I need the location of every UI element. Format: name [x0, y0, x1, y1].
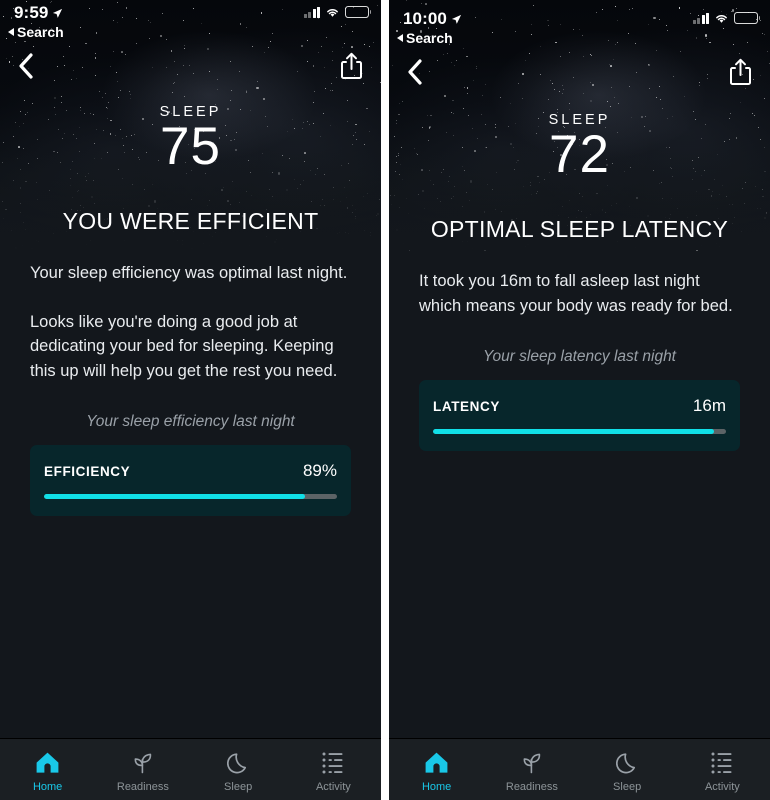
share-icon	[340, 52, 362, 79]
metric-label: EFFICIENCY	[44, 464, 131, 479]
tab-bar-left: Home Readiness Sleep Activity	[0, 738, 381, 800]
nav-row	[0, 42, 381, 94]
metric-card-header: EFFICIENCY 89%	[44, 461, 337, 481]
status-bar: 10:00 Search	[389, 6, 770, 52]
battery-icon	[345, 6, 372, 18]
status-time: 9:59	[14, 3, 49, 22]
tab-readiness-label: Readiness	[116, 780, 169, 793]
list-icon	[321, 750, 346, 776]
moon-icon	[226, 750, 250, 776]
sleep-score-block: SLEEP 72	[389, 112, 770, 183]
status-clock-group: 9:59	[14, 3, 63, 23]
sleep-score-block: SLEEP 75	[0, 104, 381, 175]
tab-sleep-label: Sleep	[613, 780, 642, 793]
tab-activity-label: Activity	[704, 780, 740, 793]
status-bar: 9:59 Search	[0, 0, 381, 46]
tab-activity[interactable]: Activity	[286, 739, 381, 800]
share-button[interactable]	[722, 52, 758, 92]
chevron-left-icon	[19, 53, 33, 79]
score-value: 75	[160, 117, 221, 176]
status-indicators	[303, 6, 372, 18]
tab-activity-label: Activity	[315, 780, 351, 793]
tab-activity[interactable]: Activity	[675, 739, 770, 800]
metric-progress-track	[44, 494, 337, 499]
sprout-icon	[519, 750, 544, 776]
metric-value: 89%	[302, 461, 337, 480]
cellular-signal-icon	[303, 6, 320, 18]
triangle-left-icon	[397, 34, 403, 42]
metric-card[interactable]: LATENCY 16m	[419, 380, 740, 451]
home-icon	[424, 750, 449, 776]
insight-paragraph-1: Your sleep efficiency was optimal last n…	[30, 264, 348, 282]
tab-sleep[interactable]: Sleep	[191, 739, 286, 800]
tab-home[interactable]: Home	[389, 739, 484, 800]
tab-bar-right: Home Readiness Sleep Activity	[389, 738, 770, 800]
share-button[interactable]	[333, 46, 369, 86]
wifi-icon	[716, 14, 727, 23]
panel-divider	[381, 0, 389, 800]
chevron-left-icon	[408, 59, 422, 85]
dual-screenshot-container: 9:59 Search SLEEP 75 YOU WERE EFFICIENT …	[0, 0, 770, 800]
triangle-left-icon	[8, 28, 14, 36]
tab-readiness[interactable]: Readiness	[95, 739, 190, 800]
tab-home-label: Home	[421, 780, 452, 793]
nav-row	[389, 48, 770, 100]
cellular-signal-icon	[692, 12, 709, 24]
tab-readiness[interactable]: Readiness	[484, 739, 579, 800]
wifi-icon	[327, 8, 338, 17]
back-to-search-label: Search	[406, 30, 453, 46]
status-time: 10:00	[403, 9, 447, 28]
insight-headline: YOU WERE EFFICIENT	[62, 208, 319, 234]
location-arrow-icon	[53, 8, 63, 18]
metric-progress-fill	[44, 494, 305, 499]
metric-caption: Your sleep latency last night	[482, 348, 676, 365]
tab-sleep[interactable]: Sleep	[580, 739, 675, 800]
share-icon	[729, 58, 751, 85]
back-button[interactable]	[8, 48, 44, 84]
insight-content: YOU WERE EFFICIENT Your sleep efficiency…	[0, 200, 381, 738]
insight-headline: OPTIMAL SLEEP LATENCY	[430, 216, 729, 242]
insight-paragraph-2: Looks like you're doing a good job at de…	[30, 312, 338, 380]
metric-progress-fill	[433, 429, 715, 434]
moon-icon	[615, 750, 639, 776]
status-clock-group: 10:00	[403, 9, 462, 29]
score-value: 72	[549, 125, 610, 184]
insight-content: OPTIMAL SLEEP LATENCY It took you 16m to…	[389, 208, 770, 738]
metric-label: LATENCY	[433, 399, 500, 414]
back-to-search-link[interactable]: Search	[8, 24, 64, 40]
battery-icon	[734, 12, 761, 24]
back-button[interactable]	[397, 54, 433, 90]
metric-progress-track	[433, 429, 726, 434]
phone-screen-right: 10:00 Search SLEEP 72 OPTIMAL SLEEP LATE…	[389, 0, 770, 800]
metric-caption: Your sleep efficiency last night	[86, 413, 295, 430]
metric-card-header: LATENCY 16m	[433, 396, 726, 416]
home-icon	[35, 750, 60, 776]
status-indicators	[692, 12, 761, 24]
metric-card[interactable]: EFFICIENCY 89%	[30, 445, 351, 516]
phone-screen-left: 9:59 Search SLEEP 75 YOU WERE EFFICIENT …	[0, 0, 381, 800]
metric-value: 16m	[692, 396, 726, 415]
tab-readiness-label: Readiness	[505, 780, 558, 793]
tab-sleep-label: Sleep	[224, 780, 253, 793]
location-arrow-icon	[451, 14, 462, 24]
tab-home-label: Home	[32, 780, 63, 793]
insight-paragraph-1: It took you 16m to fall asleep last nigh…	[419, 272, 733, 315]
list-icon	[710, 750, 735, 776]
tab-home[interactable]: Home	[0, 739, 95, 800]
back-to-search-link[interactable]: Search	[397, 30, 453, 46]
sprout-icon	[130, 750, 155, 776]
back-to-search-label: Search	[17, 24, 64, 40]
